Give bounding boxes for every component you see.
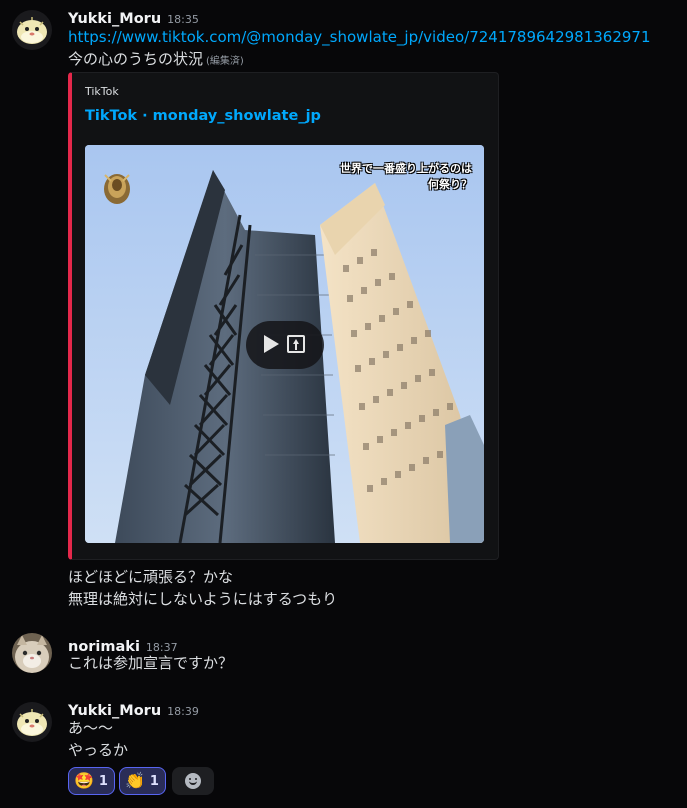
- message-text: 今の心のうちの状況: [68, 50, 204, 68]
- message-text-line-2: やっるか: [68, 741, 129, 759]
- embed-provider[interactable]: TikTok: [85, 85, 119, 98]
- username[interactable]: Yukki_Moru: [68, 11, 161, 27]
- message-link-line: https://www.tiktok.com/@monday_showlate_…: [68, 26, 651, 48]
- add-reaction-button[interactable]: [171, 767, 214, 795]
- message-text: これは参加宣言ですか？: [68, 654, 234, 672]
- external-link-icon[interactable]: [287, 335, 305, 353]
- avatar-yukki[interactable]: [12, 702, 52, 742]
- embed-title[interactable]: TikTok · monday_showlate_jp: [85, 108, 321, 124]
- edited-marker: (編集済): [206, 56, 244, 67]
- show-logo-icon: [104, 174, 130, 204]
- play-button[interactable]: [246, 321, 324, 369]
- message-header: Yukki_Moru 18:35: [68, 8, 199, 28]
- reaction-star-struck[interactable]: 🤩 1: [68, 767, 115, 795]
- tiktok-link[interactable]: https://www.tiktok.com/@monday_showlate_…: [68, 28, 651, 46]
- caption-line-2: 何祭り？: [428, 178, 472, 191]
- avatar-norimaki[interactable]: [12, 633, 52, 673]
- followup-line-2: 無理は絶対にしないようにはするつもり: [68, 590, 338, 608]
- reaction-count: 1: [149, 773, 159, 789]
- reaction-clap[interactable]: 👏 1: [118, 767, 166, 795]
- followup-line-1: ほどほどに頑張る？かな: [68, 568, 234, 586]
- chat-log: Yukki_Moru 18:35 https://www.tiktok.com/@…: [0, 0, 687, 808]
- play-icon: [264, 335, 279, 353]
- reactions-bar: 🤩 1 👏 1: [68, 767, 214, 795]
- add-reaction-icon: [184, 773, 201, 789]
- avatar-yukki[interactable]: [12, 10, 52, 50]
- clap-emoji: 👏: [124, 771, 145, 790]
- timestamp: 18:35: [167, 13, 199, 26]
- video-thumbnail[interactable]: 世界で一番盛り上がるのは 何祭り？: [85, 145, 484, 543]
- timestamp: 18:39: [167, 705, 199, 718]
- reaction-count: 1: [98, 773, 108, 789]
- caption-line-1: 世界で一番盛り上がるのは: [340, 162, 472, 175]
- message-text-line-1: あ〜〜: [68, 719, 114, 737]
- message-text-line: 今の心のうちの状況 (編集済): [68, 48, 244, 73]
- star-struck-emoji: 🤩: [74, 771, 94, 790]
- video-caption: 世界で一番盛り上がるのは 何祭り？: [340, 161, 472, 193]
- link-embed: TikTok TikTok · monday_showlate_jp 世界で一番…: [68, 72, 499, 560]
